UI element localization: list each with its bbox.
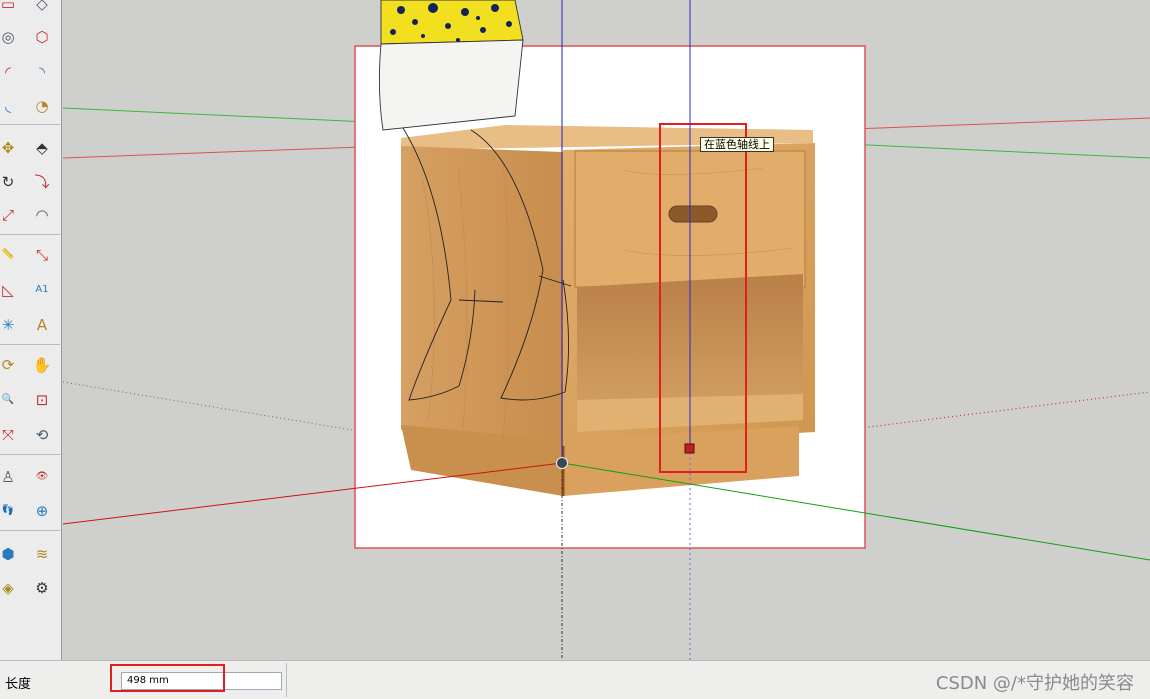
measurements-label: 长度 [5, 677, 32, 692]
3d-text-tool-icon[interactable]: A [30, 313, 54, 337]
toolbar-separator [0, 530, 60, 531]
offset-tool-icon[interactable]: ◠ [30, 203, 54, 227]
measurements-highlight [110, 664, 225, 692]
tape-measure-tool-icon[interactable]: 📏 [0, 243, 20, 267]
scale-tool-icon[interactable]: ⤢ [0, 203, 20, 227]
axis-inference-tooltip: 在蓝色轴线上 [700, 137, 774, 152]
look-around-tool-icon[interactable]: 👁 [30, 465, 54, 489]
rotated-rectangle-tool-icon[interactable]: ◇ [30, 0, 54, 16]
text-tool-icon[interactable]: A1 [30, 278, 54, 302]
status-divider [286, 663, 287, 697]
sandbox-from-contours-icon[interactable]: ⬢ [0, 542, 20, 566]
protractor-tool-icon[interactable]: ◺ [0, 278, 20, 302]
scene-canvas[interactable] [63, 0, 1150, 660]
polygon-tool-icon[interactable]: ⬡ [30, 25, 54, 49]
previous-view-tool-icon[interactable]: ⟲ [30, 423, 54, 447]
section-plane-tool-icon[interactable]: ⊕ [30, 499, 54, 523]
follow-me-tool-icon[interactable]: ⤵ [30, 170, 54, 194]
watermark: CSDN @/*守护她的笑容 [935, 673, 1134, 694]
push-pull-tool-icon[interactable]: ⬘ [30, 136, 54, 160]
origin-point[interactable] [556, 457, 568, 469]
zoom-extents-tool-icon[interactable]: ⤧ [0, 423, 20, 447]
position-camera-tool-icon[interactable]: ♙ [0, 465, 20, 489]
sketchup-window: ▭ ◇ ◎ ⬡ ◜ ◝ ◟ ◔ ✥ ⬘ ↻ ⤵ ⤢ ◠ 📏 ⤡ ◺ A1 ✳ A ⟳ ✋ 🔍 ⊡ ⤧ ⟲ ♙ 👁 👣 ⊕ ⬢ ≋ ◈ ⚙ [0, 0, 1150, 699]
endpoint-marker[interactable] [684, 443, 695, 454]
status-bar: 长度 498 mm CSDN @/*守护她的笑容 [0, 660, 1150, 699]
toolbar-separator [0, 454, 60, 455]
nightstand-image [401, 125, 815, 496]
three-point-arc-tool-icon[interactable]: ◟ [0, 94, 20, 118]
rotate-tool-icon[interactable]: ↻ [0, 170, 20, 194]
two-point-arc-tool-icon[interactable]: ◝ [30, 60, 54, 84]
sandbox-stamp-icon[interactable]: ⚙ [30, 576, 54, 600]
pan-tool-icon[interactable]: ✋ [30, 353, 54, 377]
orbit-tool-icon[interactable]: ⟳ [0, 353, 20, 377]
dimension-tool-icon[interactable]: ⤡ [30, 243, 54, 267]
arc-tool-icon[interactable]: ◜ [0, 60, 20, 84]
axes-tool-icon[interactable]: ✳ [0, 313, 20, 337]
toolbar-separator [0, 124, 60, 125]
walk-tool-icon[interactable]: 👣 [0, 499, 20, 523]
toolbar-separator [0, 234, 60, 235]
left-toolbar: ▭ ◇ ◎ ⬡ ◜ ◝ ◟ ◔ ✥ ⬘ ↻ ⤵ ⤢ ◠ 📏 ⤡ ◺ A1 ✳ A ⟳ ✋ 🔍 ⊡ ⤧ ⟲ ♙ 👁 👣 ⊕ ⬢ ≋ ◈ ⚙ [0, 0, 62, 660]
model-viewport[interactable]: 在蓝色轴线上 [63, 0, 1150, 660]
sandbox-smoove-icon[interactable]: ◈ [0, 576, 20, 600]
circle-tool-icon[interactable]: ◎ [0, 25, 20, 49]
sandbox-from-scratch-icon[interactable]: ≋ [30, 542, 54, 566]
pie-tool-icon[interactable]: ◔ [30, 94, 54, 118]
zoom-tool-icon[interactable]: 🔍 [0, 388, 20, 412]
toolbar-separator [0, 344, 60, 345]
zoom-window-tool-icon[interactable]: ⊡ [30, 388, 54, 412]
move-tool-icon[interactable]: ✥ [0, 136, 20, 160]
rectangle-tool-icon[interactable]: ▭ [0, 0, 20, 16]
